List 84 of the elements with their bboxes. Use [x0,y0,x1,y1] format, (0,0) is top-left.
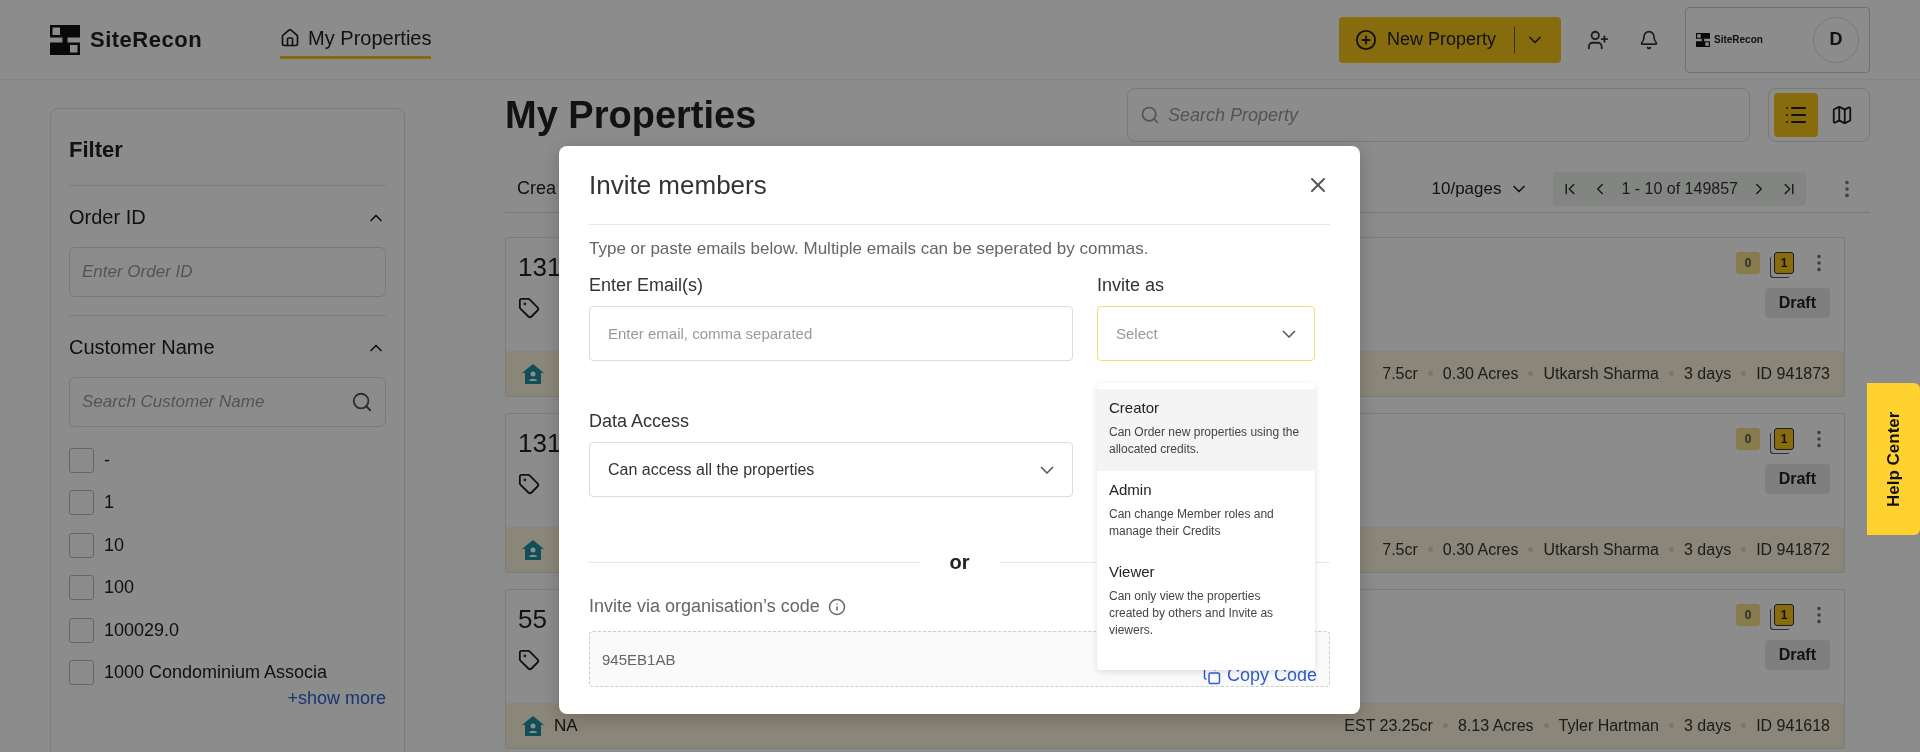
section-title: Customer Name [69,336,215,359]
checkbox[interactable] [69,617,94,643]
chevron-down-icon [1282,329,1296,338]
property-stat: 7.5cr [1382,364,1418,383]
data-access-select[interactable]: Can access all the properties [589,442,1073,497]
house-icon [522,715,544,736]
role-option[interactable]: Admin Can change Member roles and manage their Credits [1097,470,1315,553]
email-input[interactable]: Enter email, comma separated [589,306,1073,361]
property-stat: Utkarsh Sharma [1543,540,1659,559]
option-label: 1000 Condominium Associa [104,662,328,684]
checkbox[interactable] [69,575,94,601]
account-panel[interactable]: SiteRecon D [1685,6,1870,73]
plus-icon [1355,28,1377,51]
info-icon[interactable] [827,597,846,616]
field-label: Data Access [589,411,691,432]
property-stat: Utkarsh Sharma [1543,364,1659,383]
new-property-button[interactable]: New Property [1339,16,1561,63]
filter-title: Filter [69,109,386,186]
field-label: Invite as [1097,275,1166,296]
dialog-title: Invite members [589,169,767,201]
role-select[interactable]: Select [1097,306,1315,361]
code-label: Invite via organisation’s code [589,596,820,617]
field-label: Enter Email(s) [589,275,705,296]
page-size-select[interactable]: 10/pages [1425,177,1536,200]
property-stat: 3 days [1684,540,1732,559]
tag-icon[interactable] [518,649,540,671]
home-icon [280,28,301,48]
option-label: 1 [104,492,114,514]
dialog-description: Type or paste emails below. Multiple emails can be seperated by commas. [589,239,1150,259]
logo-icon [1696,32,1710,47]
property-stat: 7.5cr [1382,540,1418,559]
property-stat: 0.30 Acres [1442,364,1519,383]
help-center-tab[interactable]: Help Center [1867,383,1920,535]
property-stat: EST 23.25cr [1344,716,1433,735]
address: NA [554,715,578,736]
property-stat: ID 941872 [1756,540,1830,559]
show-more-link[interactable]: +show more [69,688,386,709]
property-title: 55 [518,604,547,635]
role-option[interactable]: Creator Can Order new properties using the allocated credits. [1097,389,1315,471]
nav-tab[interactable]: My Properties [280,20,432,59]
logo-text: SiteRecon [90,26,203,53]
checkbox[interactable] [69,660,94,686]
house-icon [522,363,544,384]
property-stat: 3 days [1684,364,1732,383]
comment-count[interactable]: 0 [1736,428,1760,450]
property-title: 131 [518,252,562,283]
section-title: Order ID [69,206,146,229]
search-field[interactable]: Search Property [1127,88,1750,142]
option-label: - [104,449,110,471]
status-badge: Draft [1764,464,1830,494]
option-label: 100029.0 [104,619,180,641]
option-label: 10 [104,534,125,556]
input-field[interactable]: Enter Order ID [69,247,386,297]
role-option[interactable]: Viewer Can only view the properties created by others and Invite as viewers. [1097,552,1315,652]
search-icon [351,391,373,413]
property-stat: 0.30 Acres [1442,540,1519,559]
search-icon [1140,105,1160,125]
checkbox[interactable] [69,532,94,558]
status-badge: Draft [1764,640,1830,670]
map-icon [1831,104,1853,126]
sort-label: Crea [517,178,556,199]
comment-count[interactable]: 0 [1736,252,1760,274]
property-stat: ID 941873 [1756,364,1830,383]
property-title: 131 [518,428,562,459]
checkbox[interactable] [69,447,94,473]
checkbox[interactable] [69,490,94,516]
tag-icon[interactable] [518,473,540,495]
logo-icon [50,24,80,55]
page-title: My Properties [505,93,757,137]
logo-text: SiteRecon [1714,34,1763,45]
page-range: 1 - 10 of 149857 [1621,179,1738,198]
tag-icon[interactable] [518,297,540,319]
chevron-down-icon [1040,465,1054,474]
comment-count[interactable]: 0 [1736,604,1760,626]
status-badge: Draft [1764,288,1830,318]
list-view-button[interactable] [1774,93,1818,137]
property-stat: ID 941618 [1756,716,1830,735]
invite-code: 945EB1AB [602,650,676,668]
house-icon [522,539,544,560]
property-stat: Tyler Hartman [1558,716,1659,735]
property-stat: 8.13 Acres [1457,716,1534,735]
property-stat: 3 days [1684,716,1732,735]
option-label: 100 [104,577,135,599]
search-field[interactable]: Search Customer Name [69,377,386,427]
